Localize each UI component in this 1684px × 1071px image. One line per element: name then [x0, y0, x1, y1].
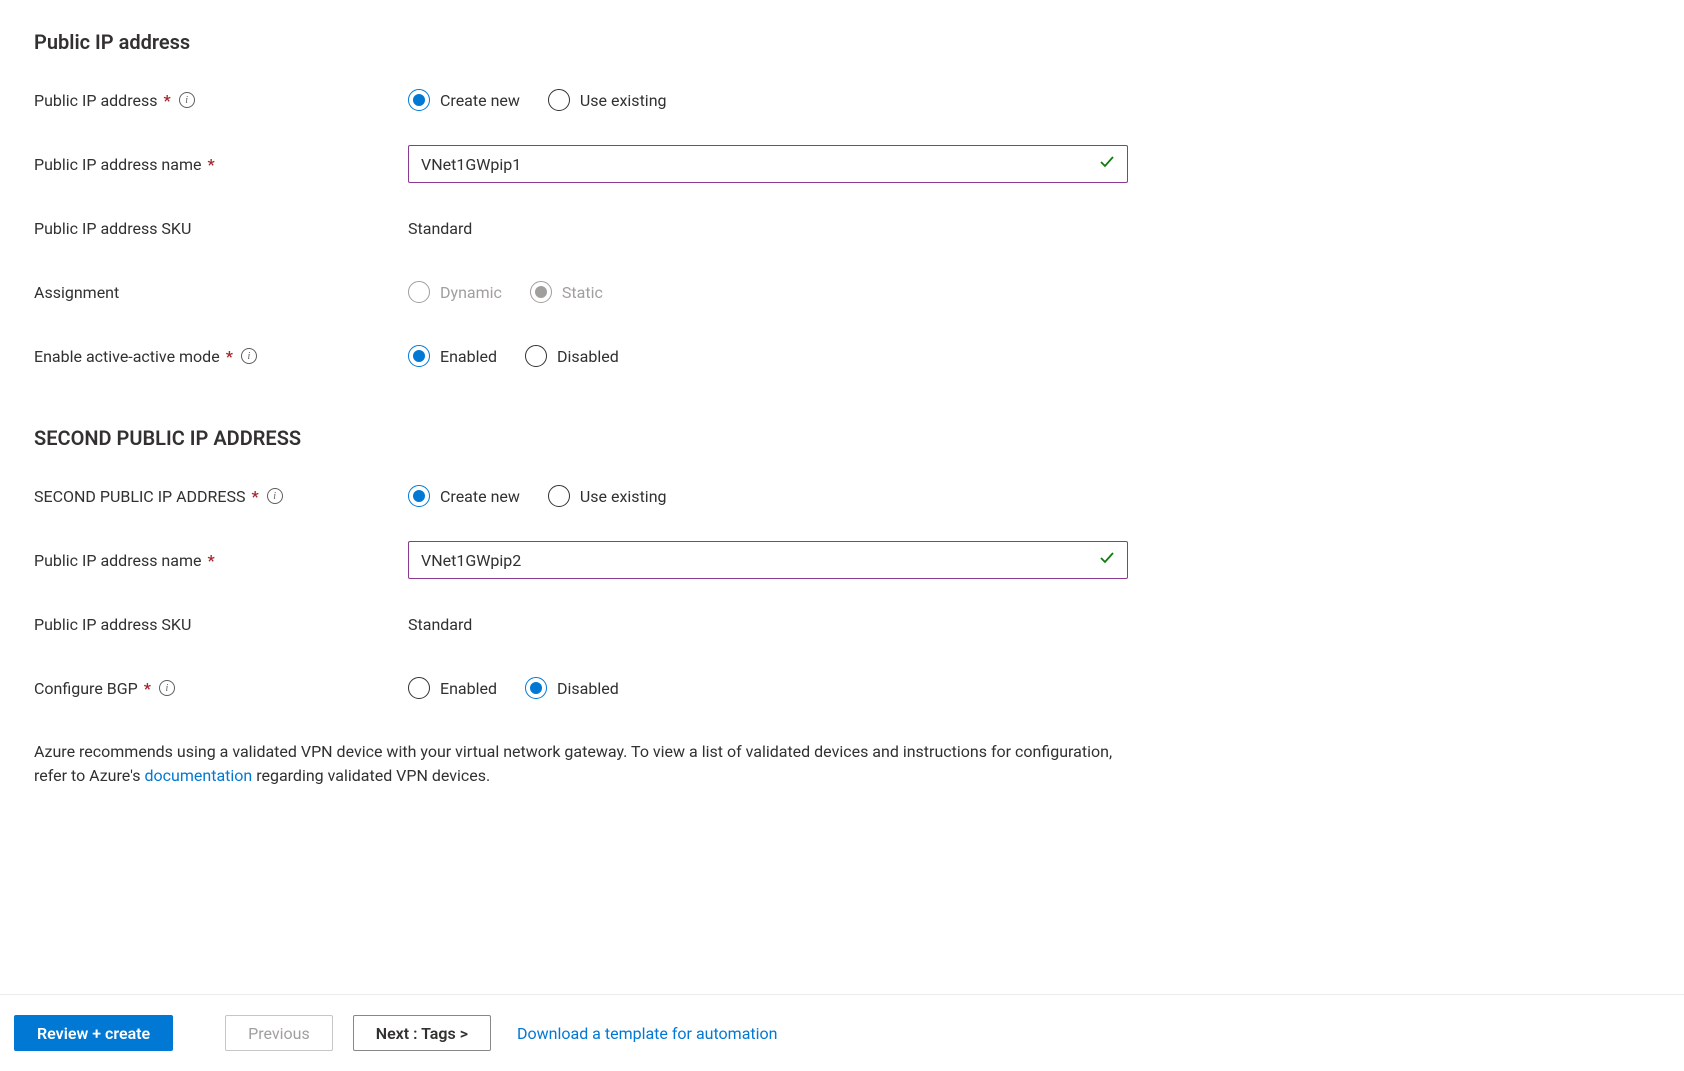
label-text: Public IP address SKU	[34, 219, 191, 238]
radio-label: Enabled	[440, 679, 497, 698]
info-icon[interactable]: i	[267, 488, 283, 504]
required-icon: *	[144, 679, 151, 698]
radio-label: Create new	[440, 487, 520, 506]
radio-bgp-enabled[interactable]: Enabled	[408, 677, 497, 699]
required-icon: *	[163, 91, 170, 110]
radio-dynamic: Dynamic	[408, 281, 502, 303]
description-after: regarding validated VPN devices.	[252, 766, 490, 785]
label-text: Public IP address name	[34, 551, 201, 570]
radio-create-new-2[interactable]: Create new	[408, 485, 520, 507]
input-pip-name-1[interactable]	[408, 145, 1128, 183]
required-icon: *	[207, 155, 214, 174]
label-assignment: Assignment	[34, 283, 408, 302]
section-title-public-ip: Public IP address	[34, 30, 1684, 54]
value-pip-sku-1: Standard	[408, 219, 472, 238]
radio-static: Static	[530, 281, 603, 303]
label-text: Configure BGP	[34, 679, 138, 698]
radio-label: Disabled	[557, 679, 619, 698]
wizard-footer: Review + create Previous Next : Tags > D…	[0, 994, 1684, 1071]
radio-use-existing-1[interactable]: Use existing	[548, 89, 667, 111]
radio-use-existing-2[interactable]: Use existing	[548, 485, 667, 507]
label-pip-name-2: Public IP address name *	[34, 551, 408, 570]
radio-aa-disabled[interactable]: Disabled	[525, 345, 619, 367]
required-icon: *	[207, 551, 214, 570]
description-text: Azure recommends using a validated VPN d…	[34, 740, 1134, 788]
radio-label: Create new	[440, 91, 520, 110]
info-icon[interactable]: i	[179, 92, 195, 108]
review-create-button[interactable]: Review + create	[14, 1015, 173, 1051]
radio-aa-enabled[interactable]: Enabled	[408, 345, 497, 367]
required-icon: *	[252, 487, 259, 506]
info-icon[interactable]: i	[159, 680, 175, 696]
radio-label: Enabled	[440, 347, 497, 366]
label-text: Public IP address name	[34, 155, 201, 174]
radio-label: Use existing	[580, 91, 667, 110]
next-button[interactable]: Next : Tags >	[353, 1015, 491, 1051]
label-active-active: Enable active-active mode * i	[34, 347, 408, 366]
section-title-second-pip: SECOND PUBLIC IP ADDRESS	[34, 426, 1684, 450]
value-pip-sku-2: Standard	[408, 615, 472, 634]
radio-bgp-disabled[interactable]: Disabled	[525, 677, 619, 699]
label-pip-sku-2: Public IP address SKU	[34, 615, 408, 634]
label-public-ip-address: Public IP address * i	[34, 91, 408, 110]
radio-label: Disabled	[557, 347, 619, 366]
info-icon[interactable]: i	[241, 348, 257, 364]
label-text: SECOND PUBLIC IP ADDRESS	[34, 487, 246, 506]
radio-label: Use existing	[580, 487, 667, 506]
radio-label: Dynamic	[440, 283, 502, 302]
documentation-link[interactable]: documentation	[145, 766, 253, 785]
previous-button[interactable]: Previous	[225, 1015, 333, 1051]
label-text: Public IP address	[34, 91, 157, 110]
required-icon: *	[226, 347, 233, 366]
radio-label: Static	[562, 283, 603, 302]
label-text: Assignment	[34, 283, 119, 302]
label-pip-sku-1: Public IP address SKU	[34, 219, 408, 238]
label-configure-bgp: Configure BGP * i	[34, 679, 408, 698]
radio-create-new-1[interactable]: Create new	[408, 89, 520, 111]
input-pip-name-2[interactable]	[408, 541, 1128, 579]
download-template-link[interactable]: Download a template for automation	[517, 1024, 778, 1043]
label-text: Enable active-active mode	[34, 347, 220, 366]
label-text: Public IP address SKU	[34, 615, 191, 634]
label-pip-name-1: Public IP address name *	[34, 155, 408, 174]
label-second-pip: SECOND PUBLIC IP ADDRESS * i	[34, 487, 408, 506]
